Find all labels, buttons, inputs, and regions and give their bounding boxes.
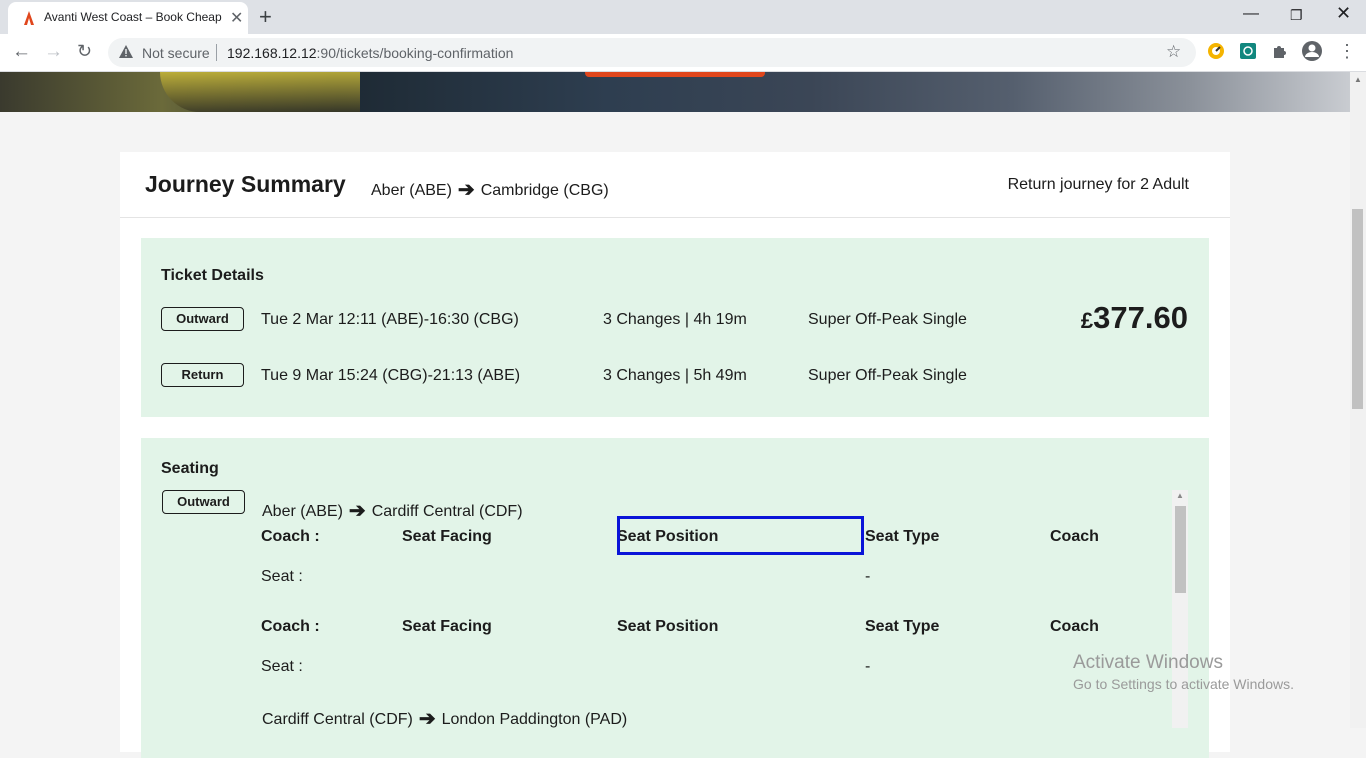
return-badge: Return bbox=[161, 363, 244, 387]
seat-type-value: - bbox=[865, 658, 871, 675]
url-host: 192.168.12.12 bbox=[227, 45, 317, 61]
journey-summary-header: Journey Summary Aber (ABE) ➔ Cambridge (CB… bbox=[120, 152, 1230, 218]
new-tab-icon[interactable]: + bbox=[259, 4, 272, 30]
seat-facing-header: Seat Facing bbox=[402, 618, 492, 635]
reload-icon[interactable]: ↻ bbox=[77, 41, 92, 62]
seating-outward-badge: Outward bbox=[162, 490, 245, 514]
coach-header: Coach bbox=[1050, 618, 1099, 635]
seat-type-value: - bbox=[865, 568, 871, 585]
extensions-puzzle-icon[interactable] bbox=[1271, 42, 1289, 60]
ticket-details-heading: Ticket Details bbox=[161, 267, 264, 284]
hero-cta-button[interactable] bbox=[585, 72, 765, 77]
seat-label: Seat : bbox=[261, 658, 303, 675]
hero-banner-image bbox=[0, 72, 1350, 112]
tab-title: Avanti West Coast – Book Cheap bbox=[44, 10, 222, 24]
total-price: £377.60 bbox=[1081, 300, 1188, 336]
leg2-route: Cardiff Central (CDF) ➔ London Paddington … bbox=[262, 705, 627, 730]
route-summary: Aber (ABE) ➔ Cambridge (CBG) bbox=[371, 176, 609, 201]
seating-heading: Seating bbox=[161, 460, 219, 477]
omnibox-divider bbox=[216, 44, 217, 61]
focus-highlight-box bbox=[617, 516, 864, 555]
close-window-icon[interactable]: ✕ bbox=[1336, 3, 1351, 24]
return-fare: Super Off-Peak Single bbox=[808, 367, 967, 384]
url-text[interactable]: 192.168.12.12:90/tickets/booking-confirm… bbox=[227, 45, 513, 61]
ticket-details-panel: Ticket Details Outward Tue 2 Mar 12:11 (… bbox=[141, 238, 1209, 417]
forward-icon[interactable]: → bbox=[44, 41, 63, 63]
menu-icon[interactable]: ⋮ bbox=[1338, 41, 1356, 62]
minimize-icon[interactable]: — bbox=[1243, 5, 1259, 23]
seating-panel: Seating Outward Aber (ABE) ➔ Cardiff Centr… bbox=[141, 438, 1209, 758]
coach-header: Coach bbox=[1050, 528, 1099, 545]
arrow-right-icon: ➔ bbox=[457, 179, 475, 201]
seat-type-header: Seat Type bbox=[865, 528, 940, 545]
coach-label: Coach : bbox=[261, 618, 320, 635]
extension-teal-icon[interactable] bbox=[1239, 42, 1257, 60]
browser-tab-bar: Avanti West Coast – Book Cheap ✕ + — ❐ ✕ bbox=[0, 0, 1366, 34]
star-icon[interactable]: ☆ bbox=[1166, 42, 1181, 62]
extension-gauge-icon[interactable] bbox=[1207, 42, 1225, 60]
seating-scrollbar[interactable]: ▲ bbox=[1172, 490, 1188, 728]
journey-type: Return journey for 2 Adult bbox=[1007, 176, 1189, 193]
address-bar[interactable]: Not secure 192.168.12.12:90/tickets/book… bbox=[108, 38, 1196, 67]
arrow-right-icon: ➔ bbox=[418, 708, 436, 730]
price-currency: £ bbox=[1080, 308, 1094, 333]
warning-icon[interactable] bbox=[118, 44, 134, 59]
arrow-right-icon: ➔ bbox=[348, 500, 366, 522]
outward-times: Tue 2 Mar 12:11 (ABE)-16:30 (CBG) bbox=[261, 311, 519, 328]
leg1-origin: Aber (ABE) bbox=[262, 503, 343, 520]
page-scrollbar[interactable]: ▲ bbox=[1350, 72, 1366, 728]
seating-scrollbar-thumb[interactable] bbox=[1175, 506, 1186, 593]
leg2-destination: London Paddington (PAD) bbox=[441, 711, 628, 728]
leg1-route: Aber (ABE) ➔ Cardiff Central (CDF) bbox=[262, 497, 523, 522]
outward-changes: 3 Changes | 4h 19m bbox=[603, 311, 747, 328]
avanti-favicon bbox=[24, 11, 34, 25]
page-title: Journey Summary bbox=[145, 171, 346, 197]
price-amount: 377.60 bbox=[1093, 300, 1188, 335]
seat-type-header: Seat Type bbox=[865, 618, 940, 635]
watermark-line1: Activate Windows bbox=[1073, 652, 1223, 673]
back-icon[interactable]: ← bbox=[12, 41, 31, 63]
leg1-destination: Cardiff Central (CDF) bbox=[371, 503, 523, 520]
page-scrollbar-thumb[interactable] bbox=[1352, 209, 1363, 409]
journey-summary-card: Journey Summary Aber (ABE) ➔ Cambridge (CB… bbox=[120, 152, 1230, 758]
security-label[interactable]: Not secure bbox=[142, 45, 210, 61]
scroll-up-icon[interactable]: ▲ bbox=[1354, 75, 1362, 84]
return-changes: 3 Changes | 5h 49m bbox=[603, 367, 747, 384]
browser-toolbar: ← → ↻ Not secure 192.168.12.12:90/ticket… bbox=[0, 34, 1366, 72]
seat-label: Seat : bbox=[261, 568, 303, 585]
outward-badge: Outward bbox=[161, 307, 244, 331]
restore-icon[interactable]: ❐ bbox=[1290, 7, 1303, 24]
windows-activation-watermark: Activate Windows Go to Settings to activ… bbox=[1073, 652, 1294, 692]
watermark-line2: Go to Settings to activate Windows. bbox=[1073, 676, 1294, 692]
coach-label: Coach : bbox=[261, 528, 320, 545]
browser-tab[interactable]: Avanti West Coast – Book Cheap ✕ bbox=[8, 2, 248, 34]
url-path: :90/tickets/booking-confirmation bbox=[316, 45, 514, 61]
scroll-up-icon[interactable]: ▲ bbox=[1176, 491, 1184, 500]
profile-icon[interactable] bbox=[1301, 40, 1323, 62]
destination-station: Cambridge (CBG) bbox=[480, 182, 609, 199]
train-image-detail bbox=[160, 72, 360, 112]
outward-fare: Super Off-Peak Single bbox=[808, 311, 967, 328]
close-icon[interactable]: ✕ bbox=[230, 8, 243, 28]
seat-position-header: Seat Position bbox=[617, 618, 719, 635]
origin-station: Aber (ABE) bbox=[371, 182, 452, 199]
return-times: Tue 9 Mar 15:24 (CBG)-21:13 (ABE) bbox=[261, 367, 521, 384]
leg2-origin: Cardiff Central (CDF) bbox=[262, 711, 413, 728]
seat-facing-header: Seat Facing bbox=[402, 528, 492, 545]
